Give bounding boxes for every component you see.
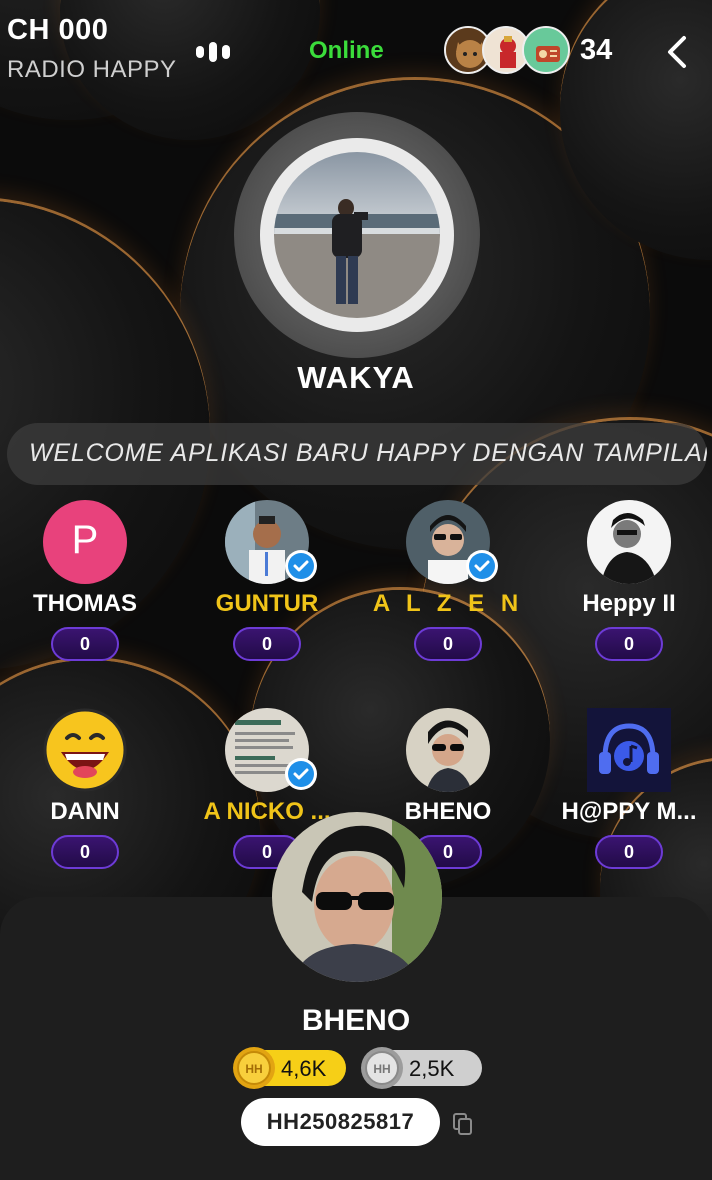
host-avatar[interactable] xyxy=(274,152,440,318)
seat-avatar[interactable] xyxy=(406,708,490,792)
user-id[interactable]: HH250825817 xyxy=(241,1098,440,1146)
seat-avatar[interactable]: P xyxy=(43,500,127,584)
host-name: WAKYA xyxy=(297,360,415,395)
seat-1[interactable]: P THOMAS 0 xyxy=(0,500,174,680)
verified-badge-icon xyxy=(466,550,498,582)
viewer-avatar[interactable] xyxy=(522,26,570,74)
seat-gift-count: 0 xyxy=(51,835,119,869)
seat-3[interactable]: A L Z E N 0 xyxy=(359,500,537,680)
seat-gift-count: 0 xyxy=(595,835,663,869)
seat-gift-count: 0 xyxy=(233,627,301,661)
profile-name: BHENO xyxy=(301,1004,411,1037)
announcement-marquee: WELCOME APLIKASI BARU HAPPY DENGAN TAMPI… xyxy=(7,423,707,485)
room-name: RADIO HAPPY xyxy=(7,56,177,83)
verified-badge-icon xyxy=(285,550,317,582)
silver-coin-balance: HH 2,5K xyxy=(361,1047,482,1089)
seat-gift-count: 0 xyxy=(414,627,482,661)
announcement-text: WELCOME APLIKASI BARU HAPPY DENGAN TAMPI… xyxy=(29,439,707,467)
gold-coin-icon: HH xyxy=(232,1046,276,1090)
seat-name: A L Z E N xyxy=(372,590,524,617)
seat-5[interactable]: DANN 0 xyxy=(0,708,174,888)
profile-avatar[interactable] xyxy=(272,812,442,982)
seat-avatar[interactable] xyxy=(43,708,127,792)
seat-name: GUNTUR xyxy=(215,590,319,617)
seat-name: H@PPY M... xyxy=(561,798,697,825)
seat-8[interactable]: H@PPY M... 0 xyxy=(540,708,712,888)
viewer-avatars[interactable] xyxy=(444,26,574,76)
gold-coin-balance: HH 4,6K xyxy=(233,1047,346,1089)
silver-coin-amount: 2,5K xyxy=(409,1056,455,1081)
room-header: CH 000 RADIO HAPPY Online 34 xyxy=(0,0,712,100)
svg-text:HH: HH xyxy=(245,1062,262,1076)
silver-coin-icon: HH xyxy=(360,1046,404,1090)
verified-badge-icon xyxy=(285,758,317,790)
seat-avatar[interactable] xyxy=(587,708,671,792)
seat-avatar[interactable] xyxy=(587,500,671,584)
seat-gift-count: 0 xyxy=(51,627,119,661)
seat-name: Heppy II xyxy=(582,590,676,617)
svg-text:HH: HH xyxy=(373,1062,390,1076)
viewer-count[interactable]: 34 xyxy=(580,34,612,67)
channel-number: CH 000 xyxy=(7,14,109,46)
back-chevron-icon[interactable] xyxy=(658,30,698,74)
copy-icon[interactable] xyxy=(452,1112,474,1136)
seat-2[interactable]: GUNTUR 0 xyxy=(178,500,356,680)
avatar-initial: P xyxy=(71,518,99,562)
seat-name: DANN xyxy=(50,798,120,825)
sound-wave-icon[interactable] xyxy=(196,42,234,62)
gold-coin-amount: 4,6K xyxy=(281,1056,327,1081)
online-status: Online xyxy=(309,37,384,64)
seat-4[interactable]: Heppy II 0 xyxy=(540,500,712,680)
seat-gift-count: 0 xyxy=(595,627,663,661)
seat-name: THOMAS xyxy=(33,590,137,617)
